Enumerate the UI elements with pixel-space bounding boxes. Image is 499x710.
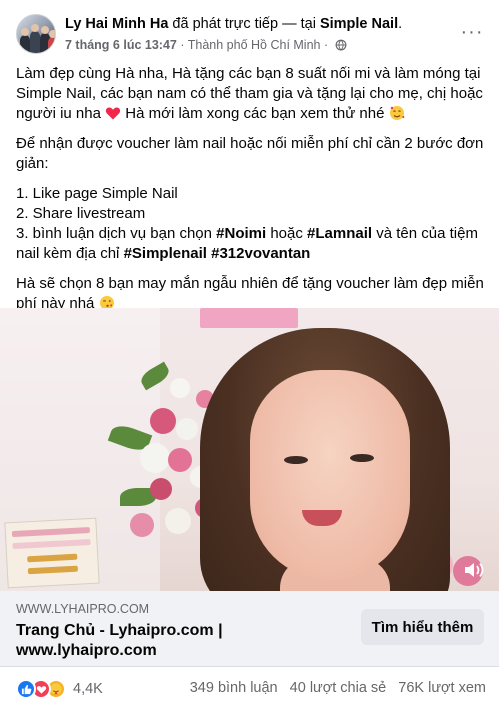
comment-count[interactable]: 349 bình luận <box>190 680 278 696</box>
author-line: Ly Hai Minh Ha đã phát trực tiếp — tại S… <box>65 15 402 34</box>
body-paragraph-1: Làm đẹp cùng Hà nha, Hà tặng các bạn 8 s… <box>16 64 486 124</box>
post-meta: 7 tháng 6 lúc 13:47 · Thành phố Hồ Chí M… <box>65 37 347 53</box>
post-date[interactable]: 7 tháng 6 lúc 13:47 <box>65 38 177 52</box>
location-suffix: . <box>398 16 403 32</box>
author-name[interactable]: Ly Hai Minh Ha <box>65 16 168 32</box>
location-tag[interactable]: Simple Nail <box>320 16 398 32</box>
like-reaction-icon <box>16 679 36 699</box>
step-3-or: hoặc <box>270 225 303 242</box>
red-heart-icon <box>106 107 121 120</box>
link-domain: WWW.LYHAIPRO.COM <box>16 602 150 616</box>
action-text: đã phát trực tiếp — tại <box>172 16 316 32</box>
post-city[interactable]: Thành phố Hồ Chí Minh <box>188 38 321 52</box>
step-1: 1. Like page Simple Nail <box>16 185 178 202</box>
hashtag-312vovantan[interactable]: #312vovantan <box>211 245 310 262</box>
post-stats: 4,4K 349 bình luận 40 lượt chia sẻ 76K l… <box>16 676 486 702</box>
share-count[interactable]: 40 lượt chia sẻ <box>290 680 387 696</box>
author-avatar[interactable] <box>16 14 56 54</box>
facebook-post: Ly Hai Minh Ha đã phát trực tiếp — tại S… <box>0 0 499 710</box>
globe-icon[interactable] <box>335 39 347 51</box>
learn-more-button[interactable]: Tìm hiểu thêm <box>361 609 484 645</box>
hashtag-lamnail[interactable]: #Lamnail <box>307 225 372 242</box>
smiling-face-with-hearts-icon <box>389 106 405 120</box>
link-title[interactable]: Trang Chủ - Lyhaipro.com | www.lyhaipro.… <box>16 621 336 661</box>
more-options-icon[interactable]: ··· <box>458 18 486 46</box>
body-steps: 1. Like page Simple Nail 2. Share livest… <box>16 184 486 264</box>
volume-icon[interactable] <box>463 561 485 579</box>
reactions-summary[interactable]: 4,4K <box>16 678 103 700</box>
step-3: 3. bình luận dịch vụ bạn chọn #Noimi hoặ… <box>16 224 486 264</box>
hashtag-noimi[interactable]: #Noimi <box>216 225 266 242</box>
link-preview[interactable]: WWW.LYHAIPRO.COM Trang Chủ - Lyhaipro.co… <box>0 591 499 667</box>
meta-separator: · <box>180 38 185 52</box>
voucher-card <box>4 517 100 589</box>
step-2: 2. Share livestream <box>16 205 146 222</box>
reaction-count[interactable]: 4,4K <box>73 681 103 697</box>
hashtag-simplenail[interactable]: #Simplenail <box>124 245 207 262</box>
live-video[interactable] <box>0 308 499 591</box>
privacy-separator: · <box>323 38 329 52</box>
view-count[interactable]: 76K lượt xem <box>398 680 486 696</box>
step-3-text: 3. bình luận dịch vụ bạn chọn <box>16 225 212 242</box>
engagement-counts: 349 bình luận 40 lượt chia sẻ 76K lượt x… <box>182 680 486 696</box>
flower-banner <box>200 308 298 328</box>
para1-text-2: Hà mới làm xong các bạn xem thử nhé <box>125 105 385 122</box>
body-paragraph-2: Để nhận được voucher làm nail hoặc nối m… <box>16 135 484 172</box>
para4-text: Hà sẽ chọn 8 bạn may mắn ngẫu nhiên để t… <box>16 275 484 312</box>
post-header: Ly Hai Minh Ha đã phát trực tiếp — tại S… <box>16 12 486 56</box>
streamer <box>180 328 480 591</box>
post-body: Làm đẹp cùng Hà nha, Hà tặng các bạn 8 s… <box>16 64 486 324</box>
